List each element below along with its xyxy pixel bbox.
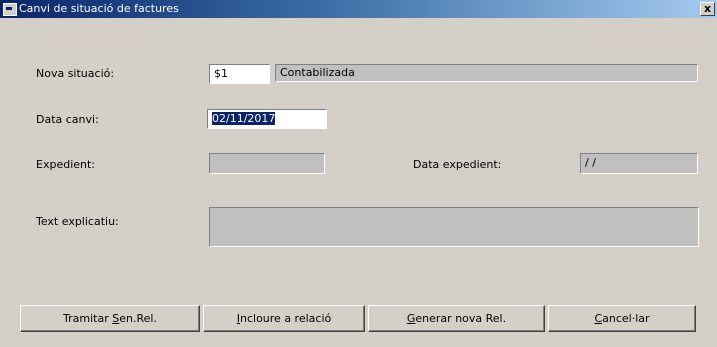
expedient-field bbox=[209, 153, 325, 174]
title-bar[interactable]: Canvi de situació de factures x bbox=[0, 0, 717, 18]
incloure-button-rest: ncloure a relació bbox=[240, 311, 332, 325]
close-button[interactable]: x bbox=[700, 2, 715, 16]
tramitar-button-prefix: Tramitar bbox=[63, 311, 113, 325]
generar-nova-rel-button[interactable]: Generar nova Rel. bbox=[368, 305, 545, 332]
nova-situacio-label: Nova situació: bbox=[36, 67, 115, 80]
text-explicatiu-field bbox=[209, 207, 699, 247]
data-canvi-input[interactable]: 02/11/2017 bbox=[207, 109, 327, 129]
nova-situacio-description-value: Contabilizada bbox=[280, 66, 355, 79]
text-explicatiu-label: Text explicatiu: bbox=[36, 215, 119, 228]
generar-button-rest: enerar nova Rel. bbox=[415, 311, 507, 325]
app-icon bbox=[3, 3, 17, 16]
data-expedient-label: Data expedient: bbox=[413, 158, 502, 171]
tramitar-sen-rel-button[interactable]: Tramitar Sen.Rel. bbox=[20, 305, 200, 332]
cancellar-button[interactable]: Cancel·lar bbox=[548, 305, 696, 332]
nova-situacio-description-field: Contabilizada bbox=[275, 64, 698, 82]
expedient-label: Expedient: bbox=[36, 158, 96, 171]
data-canvi-label: Data canvi: bbox=[36, 113, 99, 126]
nova-situacio-code-input[interactable]: $1 bbox=[209, 64, 270, 84]
data-expedient-field: / / bbox=[580, 153, 698, 174]
incloure-a-relacio-button[interactable]: Incloure a relació bbox=[203, 305, 365, 332]
window-title: Canvi de situació de factures bbox=[19, 2, 179, 15]
data-expedient-value: / / bbox=[585, 156, 596, 169]
cancel-button-rest: ancel·lar bbox=[602, 311, 650, 325]
dialog-window: Canvi de situació de factures x Nova sit… bbox=[0, 0, 717, 347]
tramitar-button-rest: en.Rel. bbox=[119, 311, 157, 325]
nova-situacio-code-value: $1 bbox=[214, 67, 228, 80]
cancel-button-accel: C bbox=[594, 311, 603, 325]
data-canvi-value: 02/11/2017 bbox=[212, 112, 276, 125]
